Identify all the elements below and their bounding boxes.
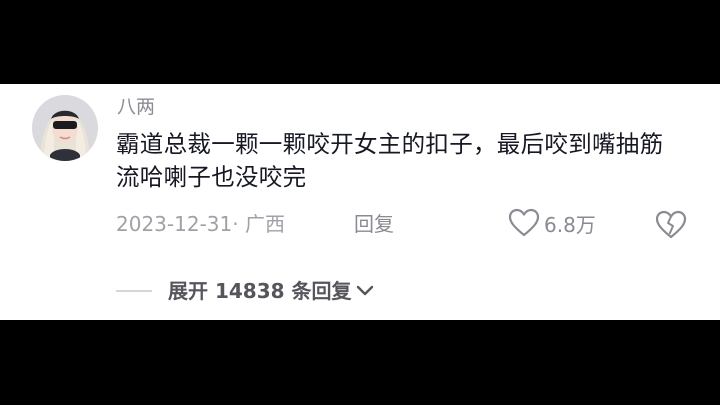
divider-line [116, 290, 152, 292]
chevron-down-icon [356, 282, 374, 301]
expand-replies-label: 展开 14838 条回复 [168, 279, 352, 303]
broken-heart-icon [655, 210, 687, 244]
comment-date-location: 2023-12-31· 广西 [116, 212, 285, 236]
heart-outline-icon [508, 208, 540, 242]
reply-button[interactable]: 回复 [354, 212, 394, 236]
comment-text: 霸道总裁一颗一颗咬开女主的扣子，最后咬到嘴抽筋流哈喇子也没咬完 [116, 130, 664, 191]
avatar[interactable] [32, 95, 98, 161]
username[interactable]: 八两 [117, 96, 155, 118]
avatar-image [32, 95, 98, 161]
dislike-button[interactable] [655, 210, 687, 244]
like-button[interactable]: 6.8万 [508, 208, 596, 242]
expand-replies[interactable]: 展开 14838 条回复 [116, 279, 374, 303]
comment-card: 八两 霸道总裁一颗一颗咬开女主的扣子，最后咬到嘴抽筋流哈喇子也没咬完 2023-… [0, 84, 720, 320]
like-count: 6.8万 [544, 213, 596, 237]
